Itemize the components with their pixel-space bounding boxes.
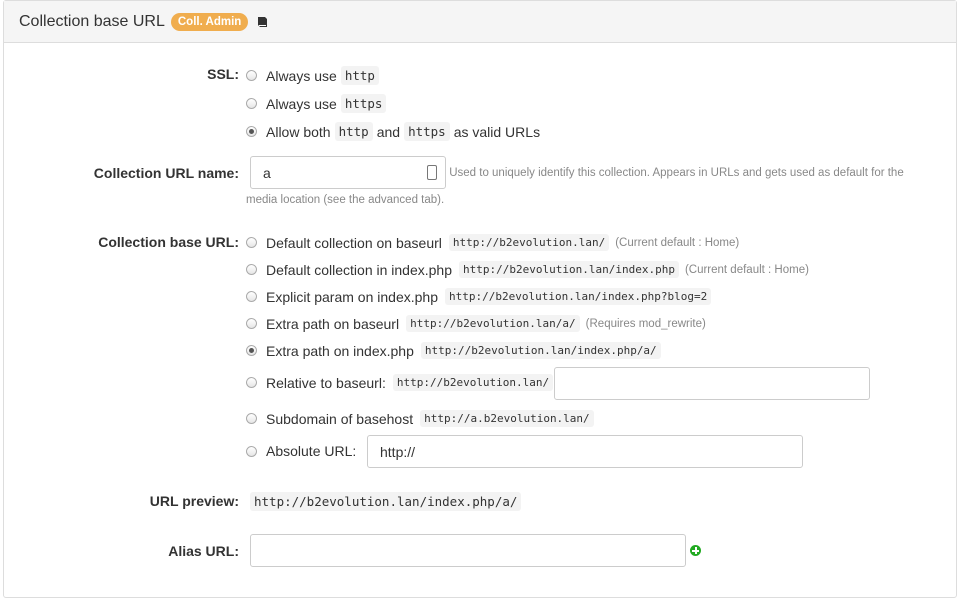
- radio-baseurl[interactable]: [246, 237, 257, 248]
- url-preview-label: URL preview:: [149, 493, 239, 509]
- option-label: Explicit param on index.php: [266, 288, 438, 305]
- option-label: Subdomain of basehost: [266, 410, 414, 427]
- option-text: as valid URLs: [453, 123, 541, 140]
- base-url-option-absolute[interactable]: Absolute URL:: [246, 443, 356, 459]
- option-label: Extra path on baseurl: [266, 315, 400, 332]
- base-url-option-baseurl[interactable]: Default collection on baseurl http://b2e…: [246, 234, 739, 251]
- option-note: (Requires mod_rewrite): [585, 317, 706, 330]
- url-code: http://b2evolution.lan/index.php/a/: [420, 342, 661, 359]
- radio-absolute[interactable]: [246, 445, 257, 457]
- code-https: https: [340, 94, 387, 113]
- url-code: http://b2evolution.lan/: [392, 374, 554, 391]
- option-label: Absolute URL:: [266, 443, 357, 459]
- radio-param[interactable]: [246, 291, 257, 302]
- url-code: http://b2evolution.lan/: [448, 234, 610, 251]
- url-preview-value: http://b2evolution.lan/index.php/a/: [250, 492, 522, 511]
- url-code: http://b2evolution.lan/index.php: [459, 261, 679, 278]
- alias-url-label: Alias URL:: [168, 543, 239, 559]
- code-http: http: [340, 66, 379, 85]
- radio-relative[interactable]: [246, 377, 257, 388]
- base-url-option-extrapath[interactable]: Extra path on baseurl http://b2evolution…: [246, 315, 706, 332]
- absolute-url-value: http://: [380, 443, 416, 460]
- ssl-label: SSL:: [207, 66, 239, 82]
- code-http: http: [334, 122, 373, 141]
- url-code: http://b2evolution.lan/index.php?blog=2: [445, 288, 712, 305]
- ssl-option-both[interactable]: Allow both http and https as valid URLs: [246, 122, 540, 141]
- url-code: http://b2evolution.lan/a/: [406, 315, 580, 332]
- option-text: Always use: [266, 67, 337, 84]
- panel-header: Collection base URL Coll. Admin: [4, 1, 956, 43]
- base-url-option-subdomain[interactable]: Subdomain of basehost http://a.b2evoluti…: [246, 410, 594, 427]
- option-label: Default collection on baseurl: [266, 234, 442, 251]
- radio-ssl-http[interactable]: [246, 70, 257, 81]
- ssl-option-http[interactable]: Always use http: [246, 66, 383, 85]
- alias-url-input[interactable]: [250, 534, 686, 567]
- radio-extrapath-index[interactable]: [246, 345, 257, 356]
- code-https: https: [404, 122, 450, 141]
- url-name-label: Collection URL name:: [93, 165, 239, 181]
- url-code: http://a.b2evolution.lan/: [420, 410, 594, 427]
- option-text: and: [376, 123, 401, 140]
- base-url-option-index[interactable]: Default collection in index.php http://b…: [246, 261, 809, 278]
- option-note: (Current default : Home): [615, 236, 740, 249]
- option-label: Relative to baseurl:: [266, 374, 386, 391]
- option-label: Default collection in index.php: [266, 261, 453, 278]
- plus-circle-icon[interactable]: [690, 545, 701, 556]
- book-icon[interactable]: [256, 16, 268, 28]
- base-url-option-extrapath-index[interactable]: Extra path on index.php http://b2evoluti…: [246, 342, 661, 359]
- url-name-help-text: Used to uniquely identify this collectio…: [246, 167, 904, 206]
- panel-title: Collection base URL: [19, 12, 165, 30]
- option-text: Always use: [266, 95, 337, 112]
- option-note: (Current default : Home): [684, 263, 809, 276]
- base-url-label: Collection base URL:: [98, 234, 239, 250]
- radio-extrapath[interactable]: [246, 318, 257, 329]
- absolute-url-input[interactable]: http://: [367, 435, 803, 468]
- radio-subdomain[interactable]: [246, 413, 257, 424]
- base-url-option-param[interactable]: Explicit param on index.php http://b2evo…: [246, 288, 712, 305]
- relative-url-input[interactable]: [554, 367, 870, 400]
- radio-ssl-both[interactable]: [246, 126, 257, 137]
- radio-ssl-https[interactable]: [246, 98, 257, 109]
- radio-index[interactable]: [246, 264, 257, 275]
- option-text: Allow both: [266, 123, 331, 140]
- base-url-option-relative[interactable]: Relative to baseurl: http://b2evolution.…: [246, 374, 554, 391]
- option-label: Extra path on index.php: [266, 342, 414, 359]
- coll-admin-badge: Coll. Admin: [170, 12, 249, 31]
- url-name-help: Used to uniquely identify this collectio…: [246, 160, 926, 214]
- ssl-option-https[interactable]: Always use https: [246, 94, 390, 113]
